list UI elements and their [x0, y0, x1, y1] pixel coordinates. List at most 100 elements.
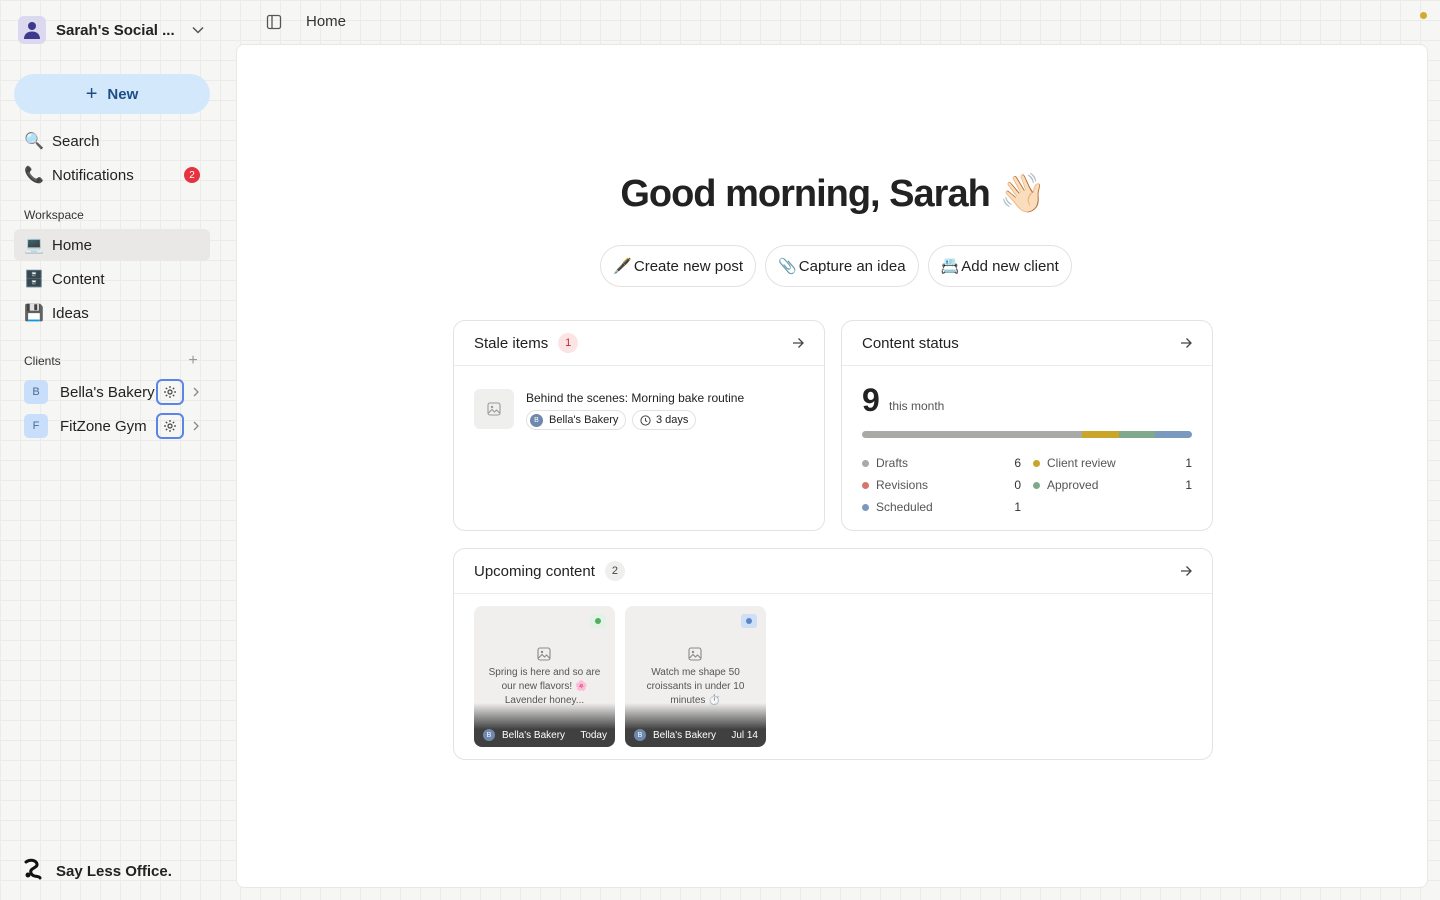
status-bar-segment: [1118, 431, 1156, 438]
sidebar-item-content[interactable]: 🗄️ Content: [14, 263, 210, 295]
legend-value: 1: [1185, 478, 1192, 492]
card-header: Upcoming content 2: [454, 549, 1212, 594]
clients-heading: Clients: [24, 354, 61, 368]
post-footer: B Bella's Bakery Today: [474, 703, 615, 747]
gear-icon[interactable]: [156, 413, 184, 439]
capture-idea-button[interactable]: 📎 Capture an idea: [765, 245, 919, 287]
image-placeholder-icon: [474, 389, 514, 429]
plus-icon: +: [85, 83, 98, 105]
brand-logo-icon: [22, 858, 44, 885]
card-title: Upcoming content: [474, 562, 595, 580]
total-sub: this month: [889, 399, 945, 413]
legend-label: Drafts: [876, 456, 909, 470]
legend-label: Scheduled: [876, 500, 933, 514]
create-post-button[interactable]: 🖋️ Create new post: [600, 245, 757, 287]
sidebar-item-label: Home: [52, 236, 93, 254]
chevron-right-icon[interactable]: [190, 418, 202, 434]
legend-scheduled: Scheduled: [862, 499, 933, 515]
breadcrumb: Home: [306, 13, 347, 30]
search-label: Search: [52, 132, 100, 150]
card-title: Content status: [862, 334, 959, 352]
post-date: Today: [580, 729, 607, 741]
status-indicator: [590, 614, 606, 628]
post-footer: B Bella's Bakery Jul 14: [625, 703, 766, 747]
arrow-right-icon[interactable]: [790, 335, 806, 351]
cabinet-icon: 🗄️: [24, 271, 44, 288]
sidebar-item-ideas[interactable]: 💾 Ideas: [14, 297, 210, 329]
card-title: Stale items: [474, 334, 549, 352]
sidebar-item-home[interactable]: 💻 Home: [14, 229, 210, 261]
stale-items-card: Stale items 1 Behind the scenes: Morning…: [453, 320, 825, 531]
client-label: Bella's Bakery: [653, 729, 717, 741]
page-title: Good morning, Sarah 👋🏻: [620, 173, 1046, 215]
legend-value: 1: [1185, 456, 1192, 470]
count-badge: 2: [604, 561, 625, 581]
legend-approved: Approved: [1033, 477, 1098, 493]
chevron-down-icon[interactable]: [190, 22, 206, 38]
laptop-icon: 💻: [24, 237, 44, 254]
status-dot: [1420, 12, 1427, 19]
arrow-right-icon[interactable]: [1178, 563, 1194, 579]
add-client-icon[interactable]: +: [185, 352, 201, 370]
legend-value: 6: [1014, 456, 1021, 470]
main-panel: Good morning, Sarah 👋🏻 🖋️ Create new pos…: [236, 44, 1428, 888]
client-avatar: B: [634, 729, 646, 741]
notifications-badge: 2: [184, 167, 200, 183]
upcoming-content-card: Upcoming content 2 Spring is here and so…: [453, 548, 1213, 760]
new-button-label: New: [107, 85, 139, 103]
client-avatar: B: [24, 380, 48, 404]
count-badge: 1: [558, 333, 579, 353]
status-bar-segment: [1155, 431, 1192, 438]
action-label: Capture an idea: [798, 257, 906, 275]
chevron-right-icon[interactable]: [190, 384, 202, 400]
status-progress-bar: [862, 431, 1192, 438]
add-client-button[interactable]: 📇 Add new client: [927, 245, 1072, 287]
gear-icon[interactable]: [156, 379, 184, 405]
upcoming-post-card[interactable]: Watch me shape 50 croissants in under 10…: [625, 606, 766, 747]
notifications-label: Notifications: [52, 166, 134, 184]
clock-icon: [640, 414, 651, 426]
image-placeholder-icon: [537, 647, 551, 661]
post-preview-text: Watch me shape 50 croissants in under 10…: [646, 667, 745, 706]
client-name: Bella's Bakery: [60, 383, 155, 401]
sidebar-toggle-icon[interactable]: [264, 12, 284, 32]
stale-item[interactable]: Behind the scenes: Morning bake routine …: [474, 389, 814, 433]
new-button[interactable]: + New: [14, 74, 210, 114]
status-bar-segment: [862, 431, 1082, 438]
notifications-nav-item[interactable]: 📞 Notifications 2: [14, 159, 210, 191]
legend-dot: [862, 481, 869, 489]
workspace-name: Sarah's Social ...: [56, 21, 175, 39]
legend-dot: [1033, 481, 1040, 489]
arrow-right-icon[interactable]: [1178, 335, 1194, 351]
legend-dot: [862, 459, 869, 467]
legend-client-review: Client review: [1033, 455, 1116, 471]
upcoming-post-card[interactable]: Spring is here and so are our new flavor…: [474, 606, 615, 747]
legend-dot: [862, 503, 869, 511]
post-preview-text: Spring is here and so are our new flavor…: [488, 667, 601, 706]
card-index-icon: 📇: [940, 258, 960, 275]
legend-drafts: Drafts: [862, 455, 908, 471]
pen-icon: 🖋️: [613, 258, 632, 275]
age-chip: 3 days: [632, 410, 697, 430]
post-date: Jul 14: [731, 729, 758, 741]
client-label: Bella's Bakery: [502, 729, 566, 741]
search-nav-item[interactable]: 🔍 Search: [14, 125, 210, 157]
card-header: Content status: [842, 321, 1212, 366]
phone-icon: 📞: [24, 167, 44, 184]
legend-value: 0: [1014, 478, 1021, 492]
sidebar: Sarah's Social ... + New 🔍 Search 📞 Noti…: [0, 0, 224, 900]
status-bar-segment: [1082, 431, 1119, 438]
client-item-bellas-bakery[interactable]: B Bella's Bakery: [14, 376, 210, 408]
sidebar-item-label: Content: [52, 270, 105, 288]
client-item-fitzone-gym[interactable]: F FitZone Gym: [14, 410, 210, 442]
user-icon: [18, 16, 46, 44]
workspace-switcher[interactable]: Sarah's Social ...: [18, 16, 206, 44]
client-name: FitZone Gym: [60, 417, 147, 435]
client-chip-label: Bella's Bakery: [549, 414, 619, 426]
content-status-card: Content status 9 this month Drafts 6 Cli…: [841, 320, 1213, 531]
brand: Say Less Office.: [22, 858, 172, 885]
status-indicator: [741, 614, 757, 628]
legend-label: Approved: [1047, 478, 1099, 492]
legend-label: Client review: [1047, 456, 1116, 470]
total-count: 9: [862, 382, 880, 418]
